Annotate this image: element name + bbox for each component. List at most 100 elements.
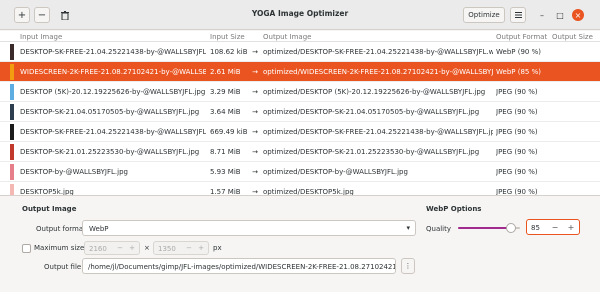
arrow-right-icon: →: [252, 188, 258, 195]
arrow-right-icon: →: [252, 108, 258, 116]
image-list: Input Image Input Size Output Image Outp…: [0, 31, 600, 195]
input-image-name: DESKTOP-SK-FREE-21.04.25221438-by-@WALLS…: [20, 128, 206, 136]
input-image-name: DESKTOP5k.jpg: [20, 188, 74, 195]
output-file-value: /home/jl/Documents/gimp/JFL-images/optim…: [88, 263, 395, 271]
maximum-size-checkbox[interactable]: [22, 244, 31, 253]
maximize-icon: □: [556, 10, 564, 20]
max-width-value: 2160: [89, 245, 107, 253]
webp-options-title: WebP Options: [426, 205, 482, 213]
close-icon: ×: [574, 10, 582, 20]
table-row[interactable]: DESKTOP-SK-FREE-21.04.25221438-by-@WALLS…: [0, 42, 600, 62]
image-thumbnail: [10, 184, 14, 195]
col-input-image[interactable]: Input Image: [20, 33, 62, 41]
input-image-name: DESKTOP-SK-FREE-21.04.25221438-by-@WALLS…: [20, 48, 206, 56]
table-row[interactable]: DESKTOP (5K)-20.12.19225626-by-@WALLSBYJ…: [0, 82, 600, 102]
output-image-name: optimized/DESKTOP-SK-FREE-21.04.25221438…: [263, 48, 493, 56]
image-thumbnail: [10, 104, 14, 120]
output-file-menu-button[interactable]: ⋮: [401, 258, 415, 274]
max-height-value: 1350: [158, 245, 176, 253]
maximum-size-label: Maximum size: [34, 244, 85, 252]
output-format-select[interactable]: WebP ▾: [82, 220, 416, 236]
output-format: JPEG (90 %): [496, 188, 538, 195]
max-height-spin[interactable]: 1350 − +: [153, 241, 209, 255]
quality-spin[interactable]: 85 − +: [526, 219, 580, 235]
table-row[interactable]: DESKTOP-by-@WALLSBYJFL.jpg 5.93 MiB → optim…: [0, 162, 600, 182]
header-bar: + − YOGA Image Optimizer Optimize – □ ×: [0, 0, 600, 30]
image-thumbnail: [10, 164, 14, 180]
input-image-name: DESKTOP-SK-21.01.25223530-by-@WALLSBYJFL…: [20, 148, 200, 156]
quality-value[interactable]: 85: [531, 224, 540, 232]
table-row[interactable]: DESKTOP-SK-FREE-21.04.25221438-by-@WALLS…: [0, 122, 600, 142]
output-format: JPEG (90 %): [496, 148, 538, 156]
col-input-size[interactable]: Input Size: [210, 33, 245, 41]
input-image-name: DESKTOP-SK-21.04.05170505-by-@WALLSBYJFL…: [20, 108, 200, 116]
output-format-label: Output format: [36, 225, 86, 233]
max-height-minus[interactable]: −: [184, 244, 194, 252]
quality-slider[interactable]: [458, 222, 520, 234]
output-format: WebP (90 %): [496, 48, 541, 56]
table-row[interactable]: DESKTOP5k.jpg 1.57 MiB → optimized/DESKTOP5…: [0, 182, 600, 195]
options-panel: Output Image Output format WebP ▾ Maximu…: [0, 195, 600, 292]
output-image-name: optimized/DESKTOP-SK-21.01.25223530-by-@…: [263, 148, 480, 156]
image-thumbnail: [10, 84, 14, 100]
output-image-name: optimized/DESKTOP-by-@WALLSBYJFL.jpg: [263, 168, 408, 176]
arrow-right-icon: →: [252, 128, 258, 136]
times-sign: ×: [144, 244, 150, 252]
main-menu-button[interactable]: [510, 7, 526, 23]
quality-slider-knob[interactable]: [505, 223, 516, 233]
quality-slider-fill: [458, 227, 511, 229]
input-size: 5.93 MiB: [210, 168, 241, 176]
max-height-plus[interactable]: +: [196, 244, 206, 252]
input-size: 669.49 kiB: [210, 128, 248, 136]
output-image-name: optimized/DESKTOP5k.jpg: [263, 188, 354, 195]
image-thumbnail: [10, 64, 14, 80]
arrow-right-icon: →: [252, 68, 258, 76]
table-row[interactable]: DESKTOP-SK-21.01.25223530-by-@WALLSBYJFL…: [0, 142, 600, 162]
input-size: 3.29 MiB: [210, 88, 241, 96]
input-size: 8.71 MiB: [210, 148, 241, 156]
optimize-button[interactable]: Optimize: [463, 7, 505, 23]
max-width-spin[interactable]: 2160 − +: [84, 241, 140, 255]
max-width-minus[interactable]: −: [115, 244, 125, 252]
col-output-image[interactable]: Output Image: [263, 33, 311, 41]
output-format-value: WebP: [89, 225, 109, 233]
output-format: JPEG (90 %): [496, 108, 538, 116]
image-thumbnail: [10, 124, 14, 140]
image-thumbnail: [10, 144, 14, 160]
optimize-label: Optimize: [468, 11, 500, 19]
unit-label: px: [213, 244, 222, 252]
max-width-plus[interactable]: +: [127, 244, 137, 252]
output-format: JPEG (90 %): [496, 128, 538, 136]
minimize-button[interactable]: –: [536, 9, 548, 21]
input-size: 1.57 MiB: [210, 188, 241, 195]
quality-minus[interactable]: −: [549, 223, 561, 232]
arrow-right-icon: →: [252, 148, 258, 156]
chevron-down-icon: ▾: [406, 224, 410, 232]
table-row[interactable]: WIDESCREEN-2K-FREE-21.08.27102421-by-@WA…: [0, 62, 600, 82]
output-file-field[interactable]: /home/jl/Documents/gimp/JFL-images/optim…: [82, 258, 396, 274]
input-size: 108.62 kiB: [210, 48, 248, 56]
output-format: JPEG (90 %): [496, 88, 538, 96]
output-format: WebP (85 %): [496, 68, 541, 76]
maximize-button[interactable]: □: [554, 9, 566, 21]
output-image-name: optimized/DESKTOP-SK-FREE-21.04.25221438…: [263, 128, 493, 136]
close-button[interactable]: ×: [572, 9, 584, 21]
quality-plus[interactable]: +: [565, 223, 577, 232]
input-image-name: DESKTOP-by-@WALLSBYJFL.jpg: [20, 168, 128, 176]
output-format: JPEG (90 %): [496, 168, 538, 176]
output-image-name: optimized/DESKTOP (5K)-20.12.19225626-by…: [263, 88, 486, 96]
more-vertical-icon: ⋮: [404, 262, 412, 270]
input-size: 2.61 MiB: [210, 68, 241, 76]
arrow-right-icon: →: [252, 88, 258, 96]
hamburger-menu-icon: [514, 12, 522, 18]
input-image-name: WIDESCREEN-2K-FREE-21.08.27102421-by-@WA…: [20, 68, 206, 76]
table-row[interactable]: DESKTOP-SK-21.04.05170505-by-@WALLSBYJFL…: [0, 102, 600, 122]
arrow-right-icon: →: [252, 48, 258, 56]
output-file-label: Output file: [44, 263, 82, 271]
arrow-right-icon: →: [252, 168, 258, 176]
col-output-size[interactable]: Output Size: [552, 33, 593, 41]
col-output-format[interactable]: Output Format: [496, 33, 547, 41]
input-image-name: DESKTOP (5K)-20.12.19225626-by-@WALLSBYJ…: [20, 88, 206, 96]
minimize-icon: –: [540, 10, 544, 20]
output-image-title: Output Image: [22, 205, 77, 213]
